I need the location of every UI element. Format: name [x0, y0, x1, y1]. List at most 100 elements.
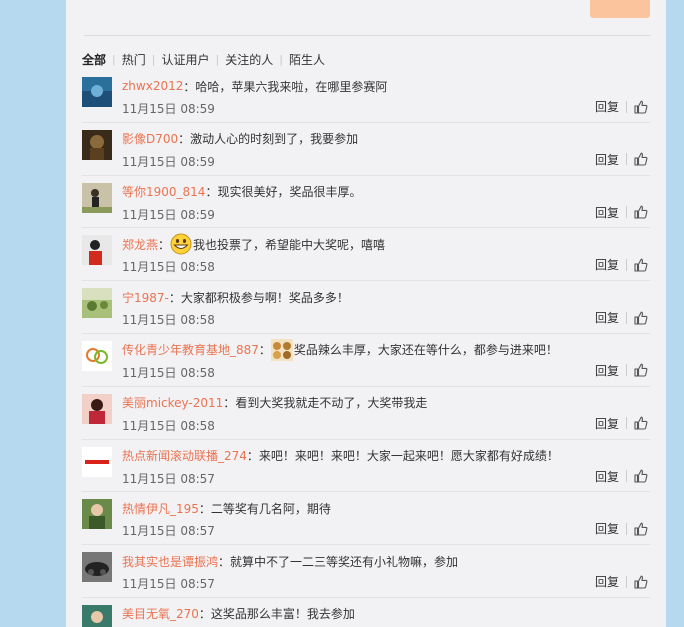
action-separator [626, 575, 627, 588]
avatar[interactable] [82, 393, 112, 424]
reply-button[interactable]: 回复 [595, 98, 619, 115]
thumbs-up-icon[interactable] [634, 522, 648, 536]
comment-line: 影像D700 ： 激动人心的时刻到了，我要参加 [122, 130, 358, 148]
tab-strangers[interactable]: 陌生人 [283, 51, 331, 68]
reply-button[interactable]: 回复 [595, 256, 619, 273]
comment-username[interactable]: 美丽mickey-2011 [122, 394, 223, 411]
like-button[interactable] [634, 363, 648, 378]
comment-text: 我也投票了，希望能中大奖呢，嘻嘻 [193, 237, 386, 252]
like-button[interactable] [634, 205, 648, 219]
comment-colon: ： [205, 185, 218, 200]
comment-line: 我其实也是谭振鸿 ： 就算中不了一二三等奖还有小礼物嘛，参加 [122, 552, 458, 570]
like-button[interactable] [634, 100, 648, 114]
like-button[interactable] [634, 575, 648, 589]
action-separator [626, 258, 627, 271]
thumbs-up-icon[interactable] [634, 469, 648, 483]
avatar-image [82, 182, 112, 213]
avatar[interactable] [82, 235, 112, 266]
avatar[interactable] [82, 288, 112, 319]
comment-text: 来吧！来吧！来吧！大家一起来吧！愿大家都有好成绩！ [258, 449, 559, 464]
thumbs-up-icon[interactable] [634, 100, 648, 114]
reply-button[interactable]: 回复 [595, 309, 619, 326]
comment-username[interactable]: 美目无氧_270 [122, 605, 199, 622]
comment-text: 二等奖有几名阿，期待 [210, 501, 331, 516]
avatar[interactable] [82, 552, 112, 583]
like-button[interactable] [634, 469, 648, 483]
comment-item: 传化青少年教育基地_887 ： 奖品辣么丰厚，大家还在等什么，都参与进来吧！ 1… [82, 334, 650, 387]
submit-button[interactable] [590, 0, 650, 18]
tab-all[interactable]: 全部 [82, 51, 112, 68]
comment-line: zhwx2012 ： 哈哈，苹果六我来啦，在哪里参赛阿 [122, 77, 387, 95]
thumbs-up-icon[interactable] [634, 258, 648, 272]
thumbs-up-icon[interactable] [634, 575, 648, 589]
thumbs-up-icon[interactable] [634, 416, 648, 430]
comment-username[interactable]: 热点新闻滚动联播_274 [122, 447, 247, 464]
emoji-slot [270, 338, 294, 361]
tab-following[interactable]: 关注的人 [219, 51, 279, 68]
reply-button[interactable]: 回复 [595, 362, 619, 379]
top-bar [84, 0, 650, 18]
comment-actions: 回复 [595, 256, 648, 273]
comment-actions: 回复 [595, 468, 648, 485]
comment-timestamp: 11月15日 08:58 [122, 313, 215, 328]
reply-button[interactable]: 回复 [595, 468, 619, 485]
reply-button[interactable]: 回复 [595, 415, 619, 432]
avatar[interactable] [82, 77, 112, 107]
comment-colon: ： [183, 79, 196, 94]
comment-text: 激动人心的时刻到了，我要参加 [190, 132, 359, 147]
thumbs-up-icon[interactable] [634, 311, 648, 325]
comment-username[interactable]: zhwx2012 [122, 79, 183, 93]
comment-timestamp: 11月15日 08:58 [122, 418, 215, 433]
like-button[interactable] [634, 311, 648, 325]
like-button[interactable] [634, 416, 648, 430]
comment-username[interactable]: 宁1987- [122, 289, 169, 306]
avatar[interactable] [82, 499, 112, 530]
comment-line: 美丽mickey-2011 ： 看到大奖我就走不动了，大奖带我走 [122, 394, 427, 412]
comment-username[interactable]: 热情伊凡_195 [122, 500, 199, 517]
comment-colon: ： [246, 449, 259, 464]
comment-line: 宁1987- ： 大家都积极参与啊！奖品多多！ [122, 288, 349, 306]
reply-button[interactable]: 回复 [595, 573, 619, 590]
comment-text: 这奖品那么丰富！我去参加 [210, 607, 355, 622]
comment-timestamp: 11月15日 08:58 [122, 260, 215, 275]
comment-colon: ： [218, 554, 231, 569]
comment-actions: 回复 [595, 309, 648, 326]
comment-text: 现实很美好，奖品很丰厚。 [217, 185, 362, 200]
avatar-image [82, 288, 112, 319]
comment-colon: ： [198, 607, 211, 622]
like-button[interactable] [634, 152, 648, 166]
avatar[interactable] [82, 446, 112, 477]
comment-username[interactable]: 影像D700 [122, 130, 178, 147]
comment-actions: 回复 [595, 415, 648, 432]
comment-item: 美目无氧_270 ： 这奖品那么丰富！我去参加 [82, 598, 650, 627]
avatar-image [82, 393, 112, 424]
comment-username[interactable]: 我其实也是谭振鸿 [122, 553, 218, 570]
avatar-image [82, 340, 112, 371]
comment-timestamp: 11月15日 08:59 [122, 207, 215, 222]
comment-username[interactable]: 郑龙燕 [122, 236, 158, 253]
avatar[interactable] [82, 129, 112, 160]
avatar[interactable] [82, 604, 112, 627]
thumbs-up-icon[interactable] [634, 205, 648, 219]
comment-line: 美目无氧_270 ： 这奖品那么丰富！我去参加 [122, 605, 355, 623]
like-button[interactable] [634, 522, 648, 536]
comment-actions: 回复 [595, 362, 648, 379]
like-button[interactable] [634, 258, 648, 272]
comment-item: 郑龙燕 ： 我也投票了，希望能中大奖呢，嘻嘻 11月15日 08:58 回复 [82, 228, 650, 282]
emoji-slot [170, 233, 193, 255]
avatar-image [82, 129, 112, 160]
comment-line: 传化青少年教育基地_887 ： 奖品辣么丰厚，大家还在等什么，都参与进来吧！ [122, 338, 558, 361]
avatar[interactable] [82, 340, 112, 371]
tab-verified-users[interactable]: 认证用户 [155, 51, 215, 68]
comment-item: 热情伊凡_195 ： 二等奖有几名阿，期待 11月15日 08:57 回复 [82, 492, 650, 546]
tab-hot[interactable]: 热门 [116, 51, 152, 68]
reply-button[interactable]: 回复 [595, 520, 619, 537]
avatar[interactable] [82, 182, 112, 213]
comment-username[interactable]: 等你1900_814 [122, 183, 205, 200]
thumbs-up-icon[interactable] [634, 152, 648, 166]
comment-colon: ： [168, 290, 181, 305]
reply-button[interactable]: 回复 [595, 204, 619, 221]
thumbs-up-icon[interactable] [634, 363, 648, 378]
reply-button[interactable]: 回复 [595, 151, 619, 168]
comment-username[interactable]: 传化青少年教育基地_887 [122, 341, 259, 358]
